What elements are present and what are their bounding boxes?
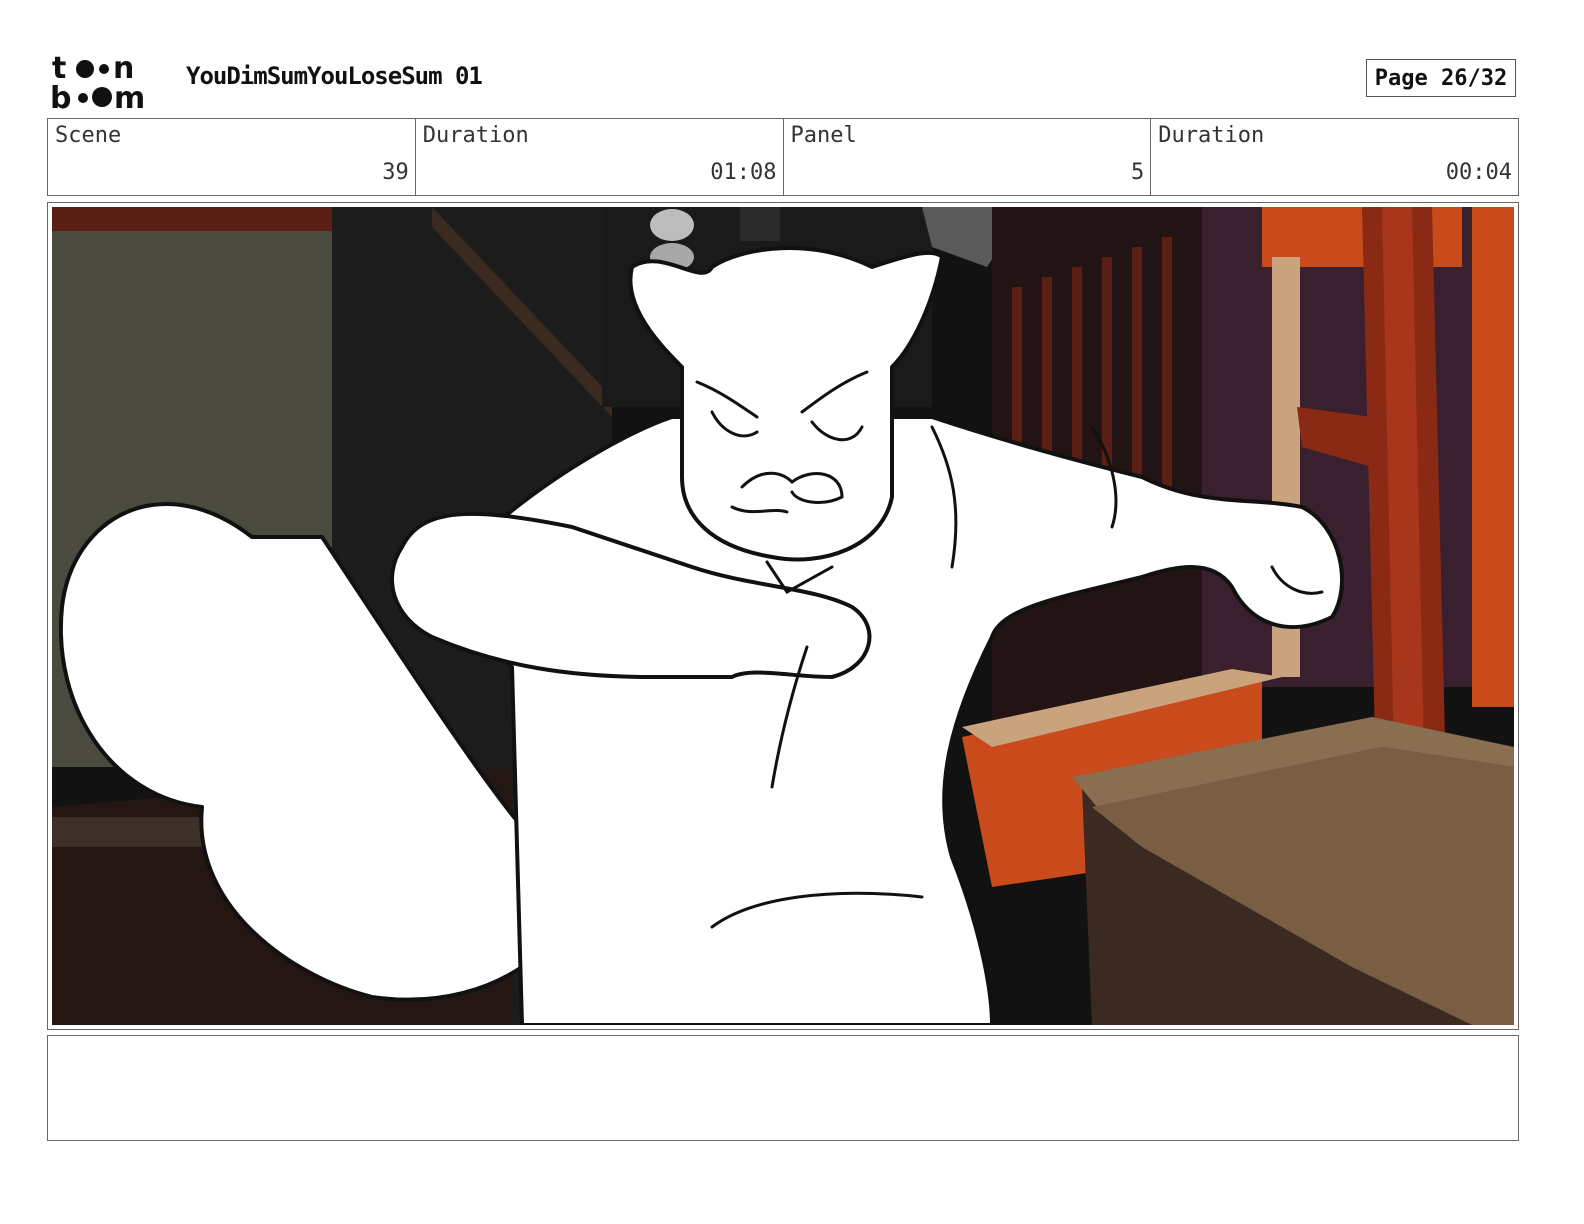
scene-cell: Scene 39 (48, 119, 416, 195)
svg-text:b: b (50, 81, 71, 112)
caption-box (47, 1035, 1519, 1141)
svg-text:m: m (114, 81, 145, 112)
toonboom-logo: t n b m (50, 50, 166, 116)
panel-duration-label: Duration (1158, 123, 1265, 148)
info-row: Scene 39 Duration 01:08 Panel 5 Duration… (47, 118, 1519, 196)
project-title: YouDimSumYouLoseSum 01 (186, 62, 483, 90)
scene-label: Scene (55, 123, 122, 148)
scene-duration-label: Duration (422, 123, 529, 148)
storyboard-panel-image (52, 207, 1514, 1025)
scene-value: 39 (382, 160, 409, 185)
panel-frame (47, 202, 1519, 1030)
scene-duration-value: 01:08 (710, 160, 777, 185)
panel-cell: Panel 5 (784, 119, 1152, 195)
panel-value: 5 (1131, 160, 1145, 185)
panel-duration-cell: Duration 00:04 (1151, 119, 1518, 195)
panel-label: Panel (790, 123, 857, 148)
scene-duration-cell: Duration 01:08 (416, 119, 784, 195)
panel-duration-value: 00:04 (1445, 160, 1512, 185)
page-number: Page 26/32 (1366, 59, 1516, 97)
